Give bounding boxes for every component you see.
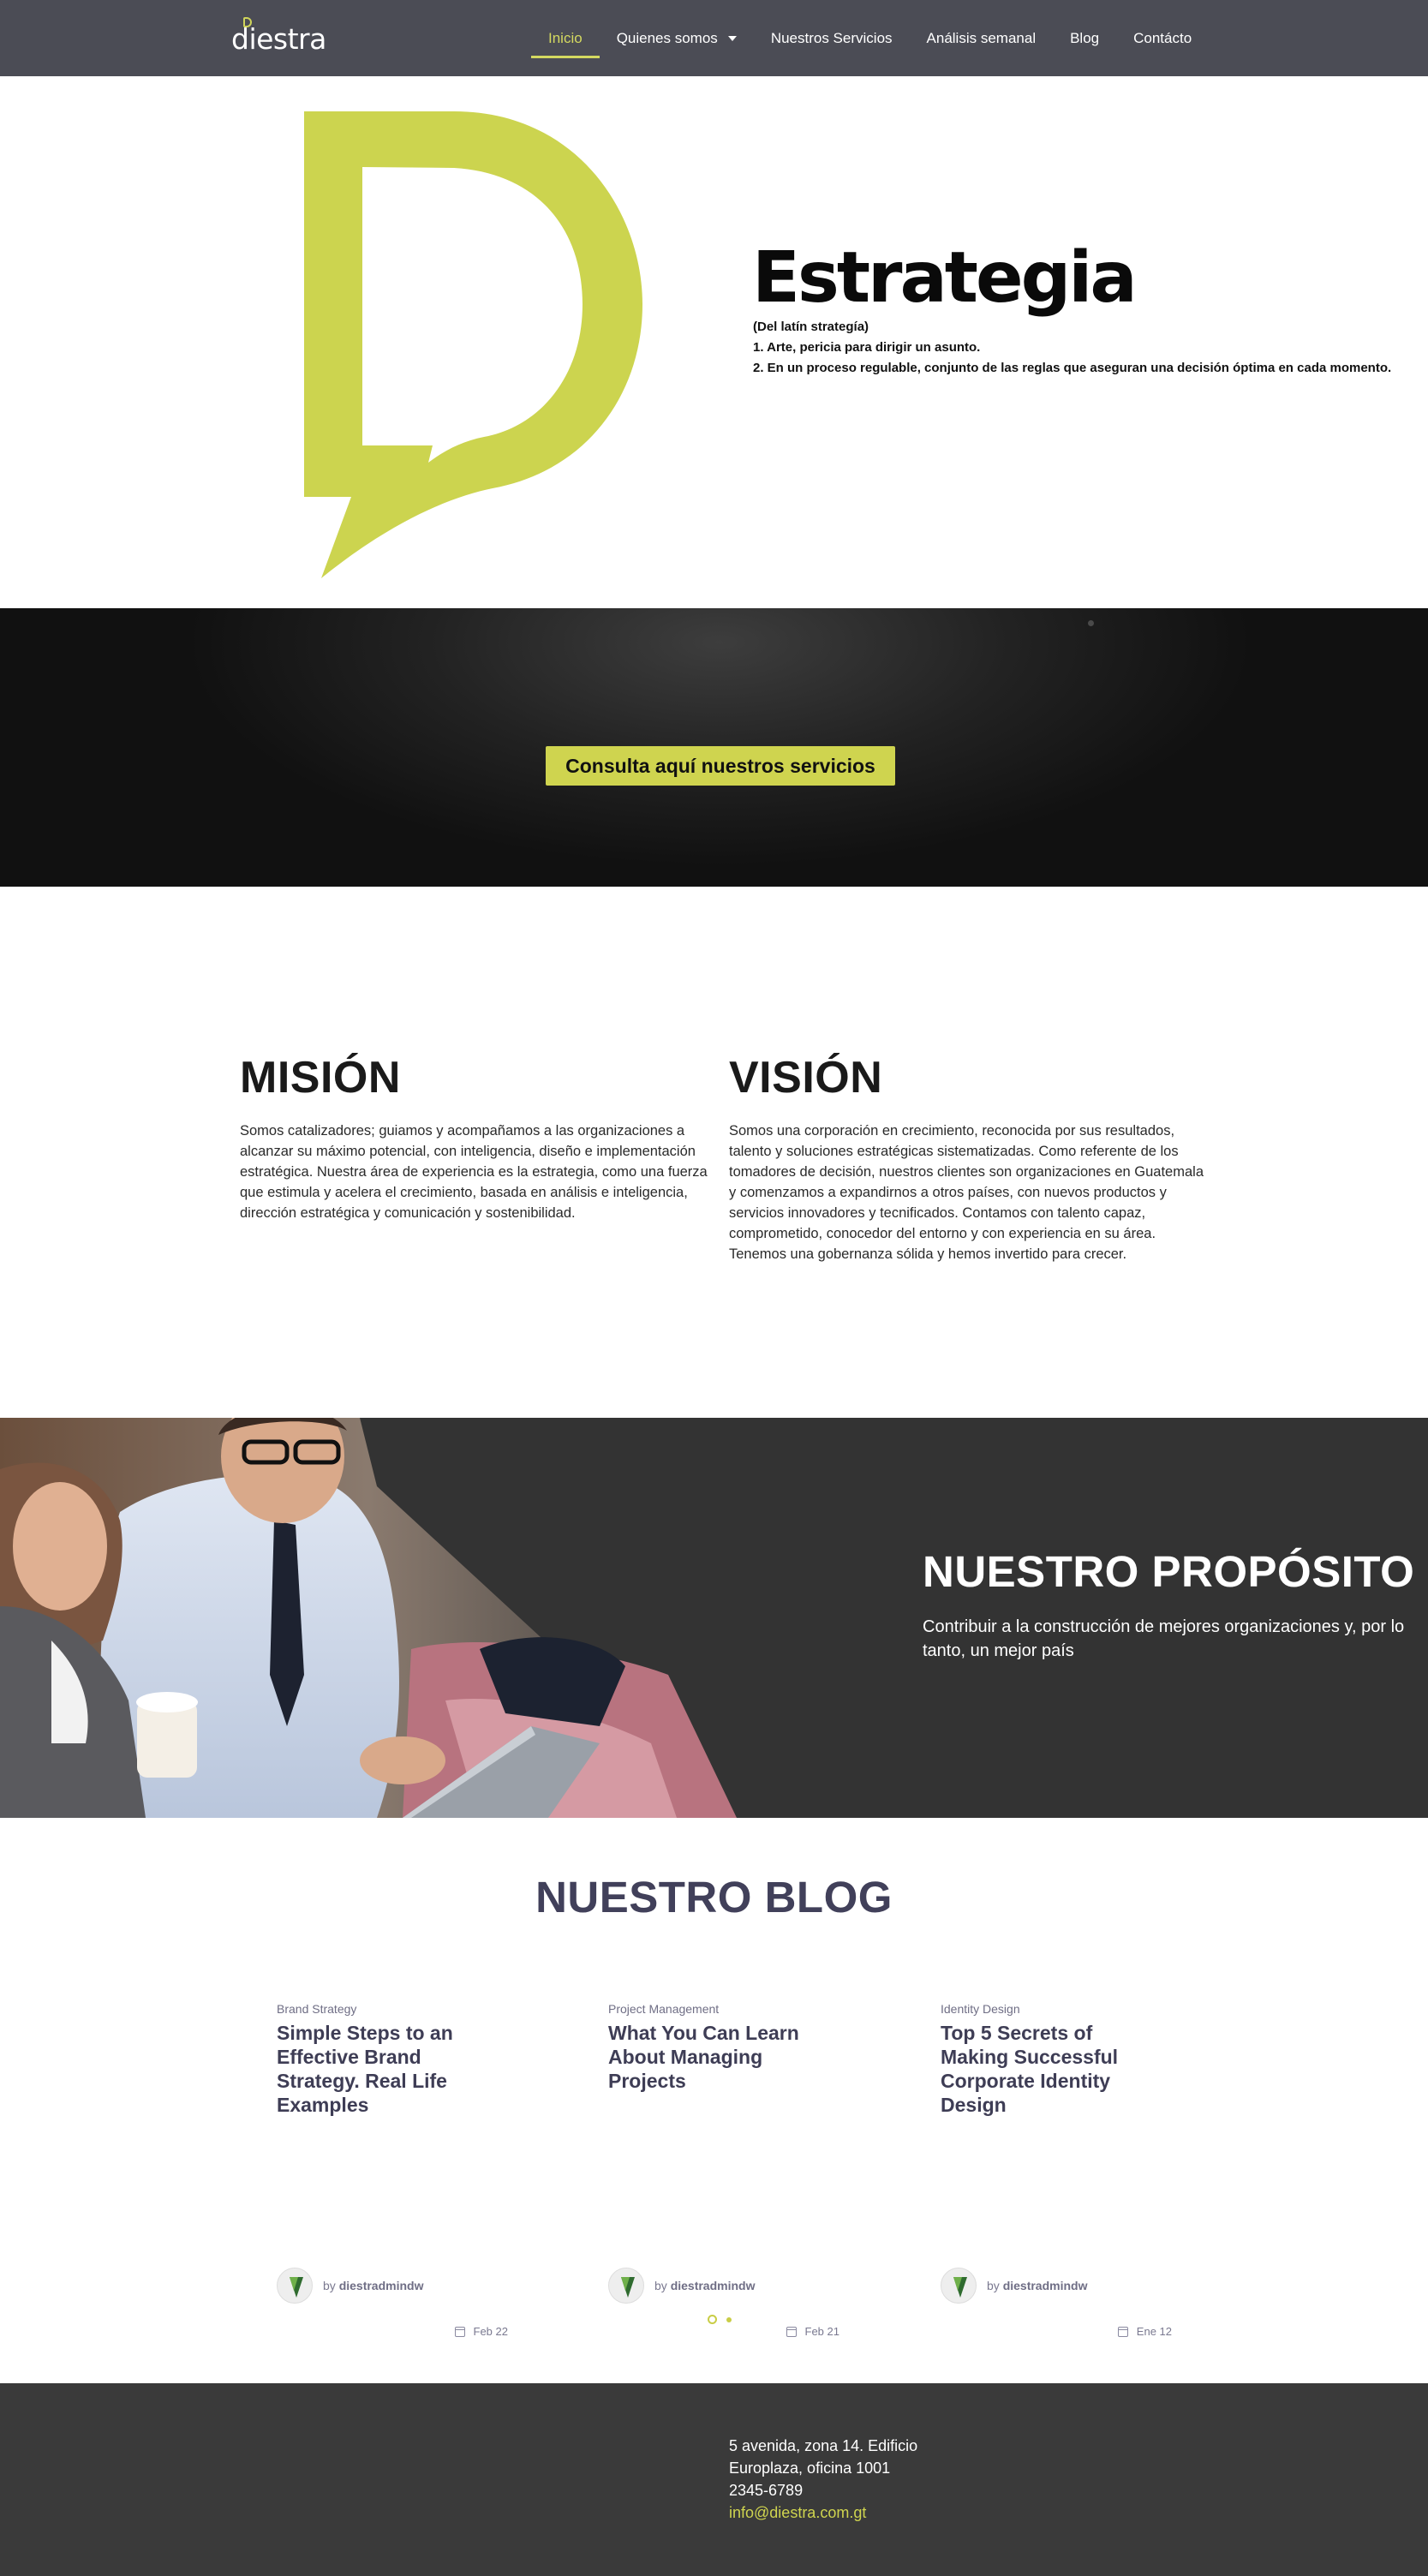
author-logo-icon <box>290 2277 303 2298</box>
nav-item-servicios[interactable]: Nuestros Servicios <box>754 0 910 76</box>
decorative-dot <box>1088 620 1094 626</box>
hero-definition-2: 2. En un proceso regulable, conjunto de … <box>753 361 1392 375</box>
post-date-text: Feb 21 <box>804 2325 839 2338</box>
post-title[interactable]: Top 5 Secrets of Making Successful Corpo… <box>941 2021 1155 2117</box>
mission-title: MISIÓN <box>240 1053 401 1103</box>
site-footer: 5 avenida, zona 14. Edificio Europlaza, … <box>0 2383 1428 2576</box>
nav-item-contacto[interactable]: Contácto <box>1116 0 1209 76</box>
nav-item-label: Inicio <box>548 29 583 46</box>
author-logo-icon <box>621 2277 635 2298</box>
by-label: by <box>323 2279 336 2292</box>
hero-title: Estrategia <box>752 237 1138 319</box>
blog-card[interactable]: Identity Design Top 5 Secrets of Making … <box>941 2002 1172 2345</box>
footer-phone: 2345-6789 <box>729 2482 804 2499</box>
avatar <box>608 2268 644 2304</box>
calendar-icon <box>786 2326 797 2337</box>
post-date: Ene 12 <box>1117 2325 1172 2338</box>
hero-definition-1: 1. Arte, pericia para dirigir un asunto. <box>753 340 981 355</box>
carousel-dot-1[interactable] <box>708 2315 717 2324</box>
carousel-pagination <box>708 2315 741 2324</box>
nav-item-quienes-somos[interactable]: Quienes somos <box>600 0 754 76</box>
author-name[interactable]: diestradmindw <box>1003 2279 1088 2292</box>
nav-item-label: Nuestros Servicios <box>770 29 893 46</box>
avatar <box>277 2268 313 2304</box>
mission-vision-section: MISIÓN Somos catalizadores; guiamos y ac… <box>0 887 1428 1418</box>
author-name[interactable]: diestradmindw <box>671 2279 756 2292</box>
nav-item-label: Análisis semanal <box>926 29 1037 46</box>
business-people-photo <box>0 1418 745 1818</box>
hero-section: Estrategia (Del latín strategía) 1. Arte… <box>0 76 1428 608</box>
author-logo-icon <box>953 2277 967 2298</box>
vision-title: VISIÓN <box>729 1053 883 1103</box>
site-logo[interactable]: diestra <box>231 17 326 58</box>
purpose-section: NUESTRO PROPÓSITO Contribuir a la constr… <box>0 1418 1428 1818</box>
nav-item-label: Quienes somos <box>616 29 718 46</box>
top-navbar: diestra Inicio Quienes somos Nuestros Se… <box>0 0 1428 76</box>
diestra-d-logo-icon <box>304 111 642 578</box>
nav-item-analisis[interactable]: Análisis semanal <box>910 0 1054 76</box>
post-author: by diestradmindw <box>941 2268 1087 2304</box>
purpose-text: Contribuir a la construcción de mejores … <box>923 1617 1405 1660</box>
avatar <box>941 2268 977 2304</box>
blog-card[interactable]: Project Management What You Can Learn Ab… <box>608 2002 839 2345</box>
nav-item-label: Contácto <box>1133 29 1192 46</box>
blog-card[interactable]: Brand Strategy Simple Steps to an Effect… <box>277 2002 508 2345</box>
purpose-title: NUESTRO PROPÓSITO <box>923 1547 1415 1596</box>
blog-section: NUESTRO BLOG Brand Strategy Simple Steps… <box>0 1818 1428 2383</box>
nav-item-blog[interactable]: Blog <box>1053 0 1116 76</box>
footer-address-line-1: 5 avenida, zona 14. Edificio <box>729 2437 918 2454</box>
by-label: by <box>987 2279 1000 2292</box>
post-author-line: by diestradmindw <box>987 2279 1087 2292</box>
post-category[interactable]: Brand Strategy <box>277 2002 356 2016</box>
mission-text: Somos catalizadores; guiamos y acompañam… <box>240 1123 708 1221</box>
post-date: Feb 21 <box>786 2325 839 2338</box>
post-date-text: Feb 22 <box>473 2325 508 2338</box>
by-label: by <box>654 2279 667 2292</box>
post-title[interactable]: What You Can Learn About Managing Projec… <box>608 2021 822 2093</box>
post-date: Feb 22 <box>454 2325 508 2338</box>
hero-definition-origin: (Del latín strategía) <box>753 320 869 334</box>
services-cta-band: Consulta aquí nuestros servicios <box>0 608 1428 887</box>
post-author: by diestradmindw <box>608 2268 755 2304</box>
footer-address-line-2: Europlaza, oficina 1001 <box>729 2459 891 2477</box>
post-author: by diestradmindw <box>277 2268 423 2304</box>
calendar-icon <box>454 2326 465 2337</box>
calendar-icon <box>1117 2326 1128 2337</box>
logo-text: diestra <box>231 22 326 56</box>
author-name[interactable]: diestradmindw <box>339 2279 424 2292</box>
post-author-line: by diestradmindw <box>323 2279 423 2292</box>
nav-item-inicio[interactable]: Inicio <box>531 0 600 76</box>
post-category[interactable]: Project Management <box>608 2002 719 2016</box>
caret-down-icon <box>727 35 737 41</box>
main-menu: Inicio Quienes somos Nuestros Servicios … <box>531 0 1209 76</box>
vision-text: Somos una corporación en crecimiento, re… <box>729 1123 1204 1262</box>
nav-item-label: Blog <box>1070 29 1100 46</box>
post-category[interactable]: Identity Design <box>941 2002 1020 2016</box>
footer-email-link[interactable]: info@diestra.com.gt <box>729 2501 866 2524</box>
post-date-text: Ene 12 <box>1136 2325 1172 2338</box>
post-author-line: by diestradmindw <box>654 2279 755 2292</box>
carousel-dot-2[interactable] <box>726 2316 732 2322</box>
services-cta-button[interactable]: Consulta aquí nuestros servicios <box>546 746 895 786</box>
blog-title: NUESTRO BLOG <box>535 1873 893 1922</box>
post-title[interactable]: Simple Steps to an Effective Brand Strat… <box>277 2021 491 2117</box>
